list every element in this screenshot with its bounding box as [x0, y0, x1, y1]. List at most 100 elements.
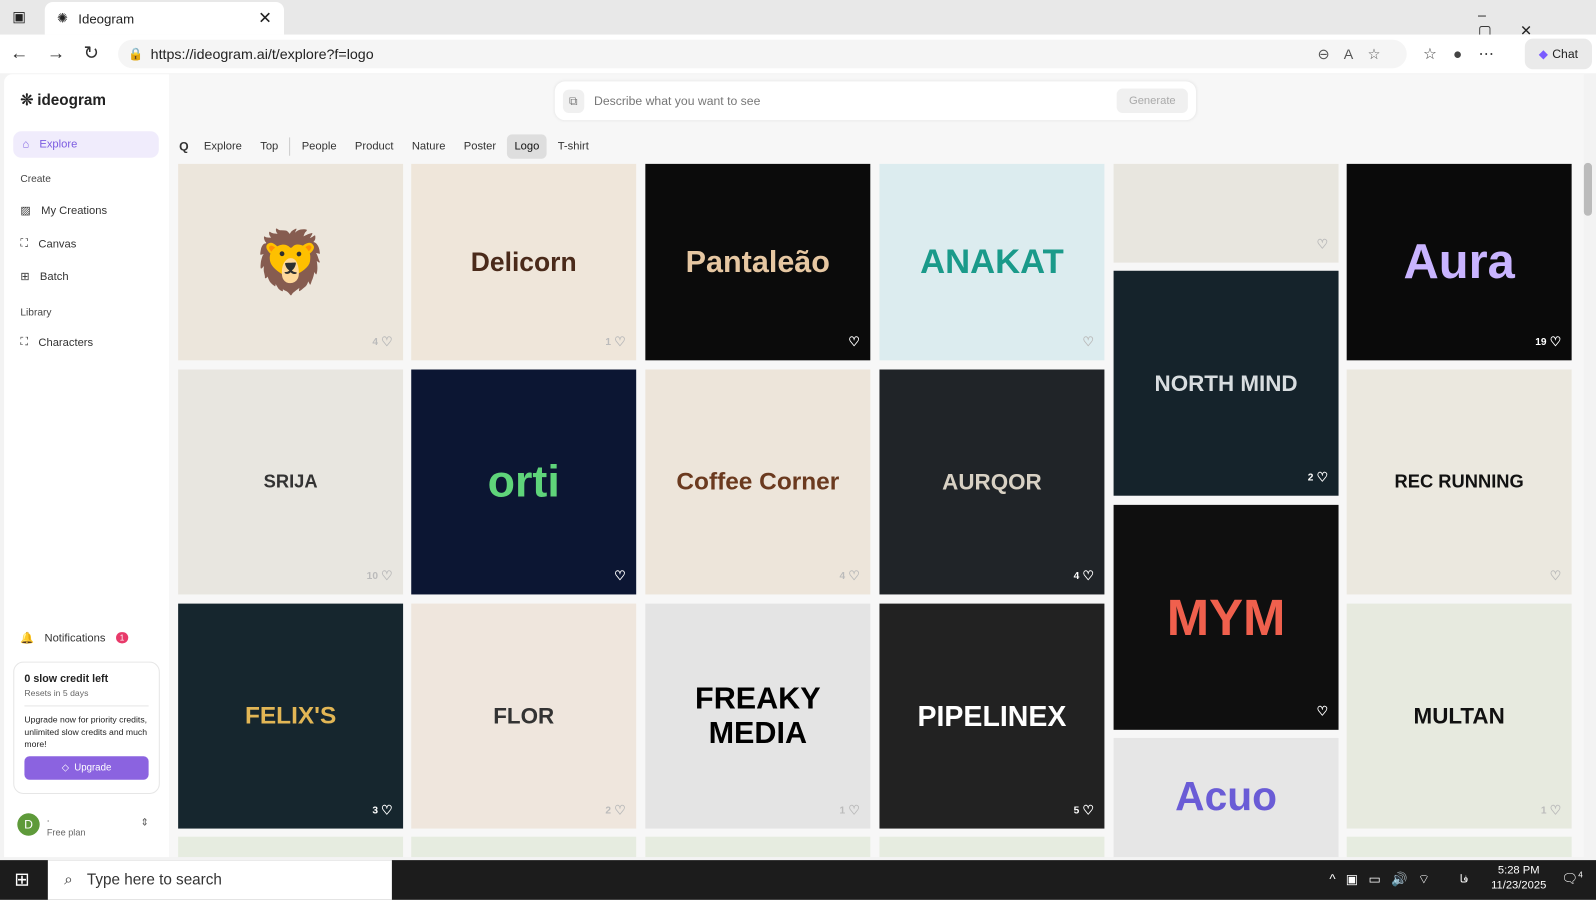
gallery-tile[interactable]: Coffee Corner 4 ♡ [645, 369, 871, 595]
tab-favicon-icon: ✺ [57, 10, 69, 26]
gallery-tile[interactable] [411, 836, 637, 858]
label: Characters [38, 336, 94, 349]
gallery-tile[interactable]: FELIX'S 3 ♡ [178, 603, 404, 829]
refresh-icon[interactable]: ↻ [83, 43, 98, 64]
favorites-profile-more-icons[interactable]: ☆●⋯ [1423, 45, 1510, 63]
tab-top[interactable]: Top [253, 134, 285, 158]
browser-tab[interactable]: ✺ Ideogram ✕ [44, 2, 284, 35]
like-button[interactable]: ♡ [845, 334, 860, 350]
gallery-tile[interactable]: FREAKY MEDIA 1 ♡ [645, 603, 871, 829]
page-actions-icons[interactable]: ⊖A☆ [1318, 45, 1395, 62]
like-button[interactable]: 3 ♡ [372, 802, 393, 818]
url-input[interactable]: 🔒 https://ideogram.ai/t/explore?f=logo ⊖… [118, 39, 1407, 69]
like-count: 3 [372, 804, 378, 816]
gallery-tile[interactable]: REC RUNNING ♡ [1346, 369, 1572, 595]
avatar[interactable]: D [17, 813, 40, 836]
gallery-tile[interactable] [178, 836, 404, 858]
like-button[interactable]: 10 ♡ [367, 568, 393, 584]
gallery-tile[interactable]: Pantaleão ♡ [645, 163, 871, 361]
sidebar-item-canvas[interactable]: ⛶ Canvas [20, 237, 76, 250]
taskbar-search[interactable]: ⌕ Type here to search [47, 860, 392, 900]
tab-people[interactable]: People [295, 134, 344, 158]
gallery-tile[interactable] [879, 836, 1105, 858]
sidebar-item-explore[interactable]: ⌂ Explore [13, 131, 159, 158]
copilot-chat-button[interactable]: ◆ Chat [1524, 38, 1592, 70]
gallery-tile[interactable] [645, 836, 871, 858]
like-button[interactable]: ♡ [1079, 334, 1094, 350]
tab-title: Ideogram [78, 10, 135, 26]
like-button[interactable]: ♡ [1547, 568, 1562, 584]
sidebar-item-notifications[interactable]: 🔔 Notifications 1 [20, 631, 129, 645]
system-tray-icons[interactable]: ^▣▭🔊⌔ [1329, 871, 1440, 887]
gallery-tile[interactable]: MULTAN 1 ♡ [1346, 603, 1572, 829]
like-count: 2 [1307, 471, 1314, 483]
like-button[interactable]: 1 ♡ [1541, 802, 1562, 818]
gallery-tile[interactable]: NORTH MIND 2 ♡ [1113, 270, 1339, 496]
account-menu-chevron-icon[interactable]: ⇕ [140, 817, 149, 828]
ideogram-logo[interactable]: ❊ ideogram [20, 91, 106, 109]
language-indicator[interactable]: فا [1460, 872, 1469, 885]
gallery-tile[interactable]: Acuo [1113, 737, 1339, 858]
like-button[interactable]: 1 ♡ [840, 802, 861, 818]
search-placeholder: Type here to search [86, 871, 222, 889]
like-count: 10 [366, 570, 378, 582]
upgrade-button[interactable]: ◇ Upgrade [24, 756, 149, 780]
generate-button[interactable]: Generate [1116, 88, 1188, 113]
heart-icon: ♡ [1082, 333, 1095, 350]
sidebar-toggle-icon[interactable]: ▣ [12, 8, 25, 25]
tab-product[interactable]: Product [348, 134, 401, 158]
heart-icon: ♡ [848, 802, 861, 818]
prompt-input[interactable]: Describe what you want to see [594, 94, 760, 108]
sidebar-item-batch[interactable]: ⊞ Batch [20, 270, 68, 283]
windows-start-icon[interactable]: ⊞ [14, 869, 29, 890]
like-button[interactable]: 2 ♡ [1308, 469, 1329, 485]
heart-icon: ♡ [614, 802, 627, 818]
like-button[interactable]: 5 ♡ [1074, 802, 1095, 818]
gallery-tile[interactable]: Aura 19 ♡ [1346, 163, 1572, 361]
like-button[interactable]: ♡ [611, 568, 626, 584]
tab-explore[interactable]: Explore [197, 134, 249, 158]
logo-artwork: MULTAN [1413, 702, 1505, 729]
sidebar-item-characters[interactable]: ⛶ Characters [20, 336, 93, 349]
bell-icon: 🔔 [20, 632, 35, 645]
like-button[interactable]: 2 ♡ [605, 802, 626, 818]
gallery-tile[interactable]: ♡ [1113, 163, 1339, 263]
gallery-tile[interactable]: PIPELINEX 5 ♡ [879, 603, 1105, 829]
gallery-tile[interactable]: Delicorn 1 ♡ [411, 163, 637, 361]
notification-center-icon[interactable]: 🗨4 [1561, 870, 1582, 887]
gallery-tile[interactable]: ANAKAT ♡ [879, 163, 1105, 361]
like-button[interactable]: 19 ♡ [1535, 334, 1561, 350]
like-button[interactable]: 4 ♡ [372, 334, 393, 350]
scrollbar-thumb[interactable] [1583, 162, 1592, 216]
search-filter-icon[interactable]: Q [179, 139, 189, 153]
like-button[interactable]: 4 ♡ [1074, 568, 1095, 584]
gallery-tile[interactable]: MYM ♡ [1113, 504, 1339, 730]
tab-logo[interactable]: Logo [507, 134, 547, 159]
tab-t-shirt[interactable]: T-shirt [551, 134, 596, 158]
gallery-tile[interactable]: FLOR 2 ♡ [411, 603, 637, 829]
clock[interactable]: 5:28 PM 11/23/2025 [1488, 864, 1549, 891]
like-count: 19 [1535, 336, 1547, 348]
user-name: . [46, 813, 50, 824]
forward-icon[interactable]: → [47, 43, 65, 64]
gallery-tile[interactable]: orti ♡ [411, 369, 637, 595]
image-upload-icon[interactable]: ⧉ [562, 89, 584, 113]
like-button[interactable]: 4 ♡ [840, 568, 861, 584]
gallery-tile[interactable]: 🦁 4 ♡ [178, 163, 404, 361]
tab-poster[interactable]: Poster [457, 134, 504, 158]
like-button[interactable]: ♡ [1313, 236, 1328, 252]
like-button[interactable]: ♡ [1313, 703, 1328, 719]
gallery-tile[interactable]: SRIJA 10 ♡ [178, 369, 404, 595]
home-icon: ⌂ [22, 138, 30, 151]
gallery-tile[interactable] [1346, 836, 1572, 858]
logo-icon: ❊ [20, 91, 34, 109]
sidebar-item-my-creations[interactable]: ▨ My Creations [20, 204, 107, 217]
logo-artwork: NORTH MIND [1154, 370, 1298, 396]
tab-nature[interactable]: Nature [405, 134, 453, 158]
gallery-tile[interactable]: AURQOR 4 ♡ [879, 369, 1105, 595]
close-tab-icon[interactable]: ✕ [258, 8, 272, 28]
heart-icon: ♡ [1549, 802, 1562, 818]
back-icon[interactable]: ← [10, 43, 28, 64]
like-button[interactable]: 1 ♡ [605, 334, 626, 350]
prompt-bar[interactable]: ⧉ Describe what you want to see Generate [554, 81, 1197, 121]
